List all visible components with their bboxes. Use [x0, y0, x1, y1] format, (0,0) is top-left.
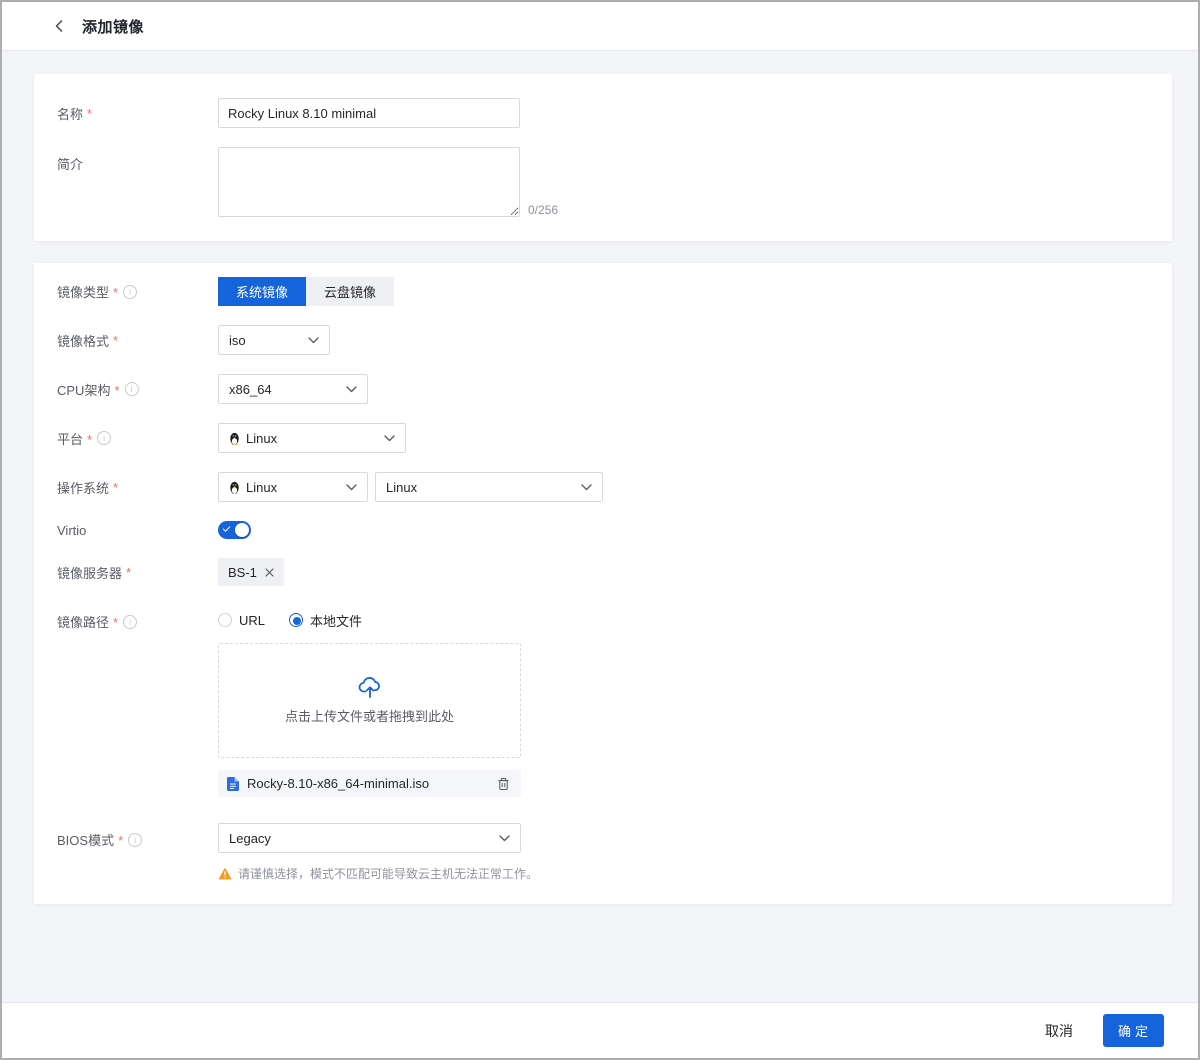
page-title: 添加镜像 — [82, 16, 144, 37]
tab-system-image[interactable]: 系统镜像 — [218, 277, 306, 306]
description-wrap: 0/256 — [218, 147, 558, 217]
bios-mode-label: BIOS模式 — [57, 823, 218, 849]
radio-icon — [218, 613, 232, 627]
bios-mode-row: BIOS模式 Legacy 请谨慎选择，模式不匹配可能导致云主机无法正常工作。 — [57, 823, 1148, 882]
back-button[interactable] — [50, 15, 68, 37]
toggle-knob — [235, 523, 249, 537]
warning-icon — [218, 867, 232, 880]
platform-select[interactable]: Linux — [218, 423, 406, 453]
confirm-button[interactable]: 确定 — [1103, 1014, 1164, 1047]
platform-value: Linux — [246, 431, 384, 446]
info-icon[interactable] — [128, 833, 142, 847]
page-header: 添加镜像 — [2, 2, 1198, 50]
virtio-row: Virtio — [57, 521, 1148, 539]
add-image-page: 添加镜像 名称 简介 0/256 镜像类型 — [0, 0, 1200, 1060]
description-label: 简介 — [57, 147, 218, 173]
uploaded-file-row: Rocky-8.10-x86_64-minimal.iso — [218, 770, 521, 797]
radio-local-file[interactable]: 本地文件 — [289, 611, 362, 630]
remove-tag-button[interactable] — [265, 568, 274, 577]
cpu-arch-row: CPU架构 x86_64 — [57, 374, 1148, 404]
bios-mode-label-text: BIOS模式 — [57, 830, 123, 849]
cancel-button[interactable]: 取消 — [1041, 1015, 1077, 1047]
cloud-upload-icon — [358, 676, 382, 698]
os-label: 操作系统 — [57, 478, 218, 497]
os-row: 操作系统 Linux Linux — [57, 472, 1148, 502]
chevron-down-icon — [499, 835, 510, 842]
radio-url[interactable]: URL — [218, 613, 265, 628]
image-path-row: 镜像路径 URL 本地文件 — [57, 605, 1148, 797]
cpu-arch-label: CPU架构 — [57, 380, 218, 399]
image-server-row: 镜像服务器 BS-1 — [57, 558, 1148, 586]
platform-label: 平台 — [57, 429, 218, 448]
chevron-left-icon — [54, 19, 64, 33]
delete-file-button[interactable] — [495, 775, 512, 793]
bios-mode-value: Legacy — [229, 831, 499, 846]
virtio-label: Virtio — [57, 523, 218, 538]
chevron-down-icon — [581, 484, 592, 491]
image-settings-card: 镜像类型 系统镜像 云盘镜像 镜像格式 iso CPU架构 — [34, 263, 1172, 904]
bios-mode-select[interactable]: Legacy — [218, 823, 521, 853]
image-path-label-text: 镜像路径 — [57, 612, 118, 631]
char-counter: 0/256 — [528, 203, 558, 217]
image-server-label: 镜像服务器 — [57, 563, 218, 582]
name-label: 名称 — [57, 104, 218, 123]
os-version-value: Linux — [386, 480, 581, 495]
linux-penguin-icon — [229, 432, 240, 445]
virtio-toggle[interactable] — [218, 521, 251, 539]
image-type-label: 镜像类型 — [57, 282, 218, 301]
chevron-down-icon — [384, 435, 395, 442]
file-icon — [227, 777, 239, 791]
os-version-select[interactable]: Linux — [375, 472, 603, 502]
os-family-value: Linux — [246, 480, 346, 495]
name-row: 名称 — [57, 98, 1148, 128]
image-format-select[interactable]: iso — [218, 325, 330, 355]
platform-label-text: 平台 — [57, 429, 92, 448]
linux-penguin-icon — [229, 481, 240, 494]
os-family-select[interactable]: Linux — [218, 472, 368, 502]
radio-local-file-label: 本地文件 — [310, 611, 362, 630]
basic-info-card: 名称 简介 0/256 — [34, 74, 1172, 241]
bios-warning: 请谨慎选择，模式不匹配可能导致云主机无法正常工作。 — [218, 865, 538, 882]
image-path-label: 镜像路径 — [57, 605, 218, 631]
check-icon — [223, 524, 231, 532]
cpu-arch-select[interactable]: x86_64 — [218, 374, 368, 404]
footer-bar: 取消 确定 — [2, 1002, 1198, 1058]
chevron-down-icon — [308, 337, 319, 344]
image-format-value: iso — [229, 333, 308, 348]
chevron-down-icon — [346, 484, 357, 491]
image-type-row: 镜像类型 系统镜像 云盘镜像 — [57, 277, 1148, 306]
info-icon[interactable] — [123, 285, 137, 299]
upload-dropzone[interactable]: 点击上传文件或者拖拽到此处 — [218, 643, 521, 758]
bios-warning-text: 请谨慎选择，模式不匹配可能导致云主机无法正常工作。 — [238, 865, 538, 882]
info-icon[interactable] — [123, 615, 137, 629]
platform-row: 平台 Linux — [57, 423, 1148, 453]
uploaded-file-name: Rocky-8.10-x86_64-minimal.iso — [247, 776, 429, 791]
info-icon[interactable] — [125, 382, 139, 396]
image-server-tag: BS-1 — [218, 558, 284, 586]
form-content: 名称 简介 0/256 镜像类型 系统镜像 云盘镜像 — [2, 50, 1198, 1002]
info-icon[interactable] — [97, 431, 111, 445]
description-input[interactable] — [218, 147, 520, 217]
image-path-radios: URL 本地文件 — [218, 605, 521, 635]
image-type-label-text: 镜像类型 — [57, 282, 118, 301]
trash-icon — [497, 777, 510, 791]
bios-mode-field: Legacy 请谨慎选择，模式不匹配可能导致云主机无法正常工作。 — [218, 823, 538, 882]
image-type-segmented: 系统镜像 云盘镜像 — [218, 277, 394, 306]
image-format-label: 镜像格式 — [57, 331, 218, 350]
radio-icon — [289, 613, 303, 627]
chevron-down-icon — [346, 386, 357, 393]
close-icon — [265, 568, 274, 577]
radio-url-label: URL — [239, 613, 265, 628]
cpu-arch-value: x86_64 — [229, 382, 346, 397]
image-path-field: URL 本地文件 点击上传文件或者拖拽到此处 Rocky-8.10-x86_ — [218, 605, 521, 797]
upload-hint-text: 点击上传文件或者拖拽到此处 — [285, 706, 454, 725]
description-row: 简介 0/256 — [57, 147, 1148, 217]
cpu-arch-label-text: CPU架构 — [57, 380, 120, 399]
image-format-row: 镜像格式 iso — [57, 325, 1148, 355]
name-input[interactable] — [218, 98, 520, 128]
tab-disk-image[interactable]: 云盘镜像 — [306, 277, 394, 306]
image-server-tag-text: BS-1 — [228, 565, 257, 580]
